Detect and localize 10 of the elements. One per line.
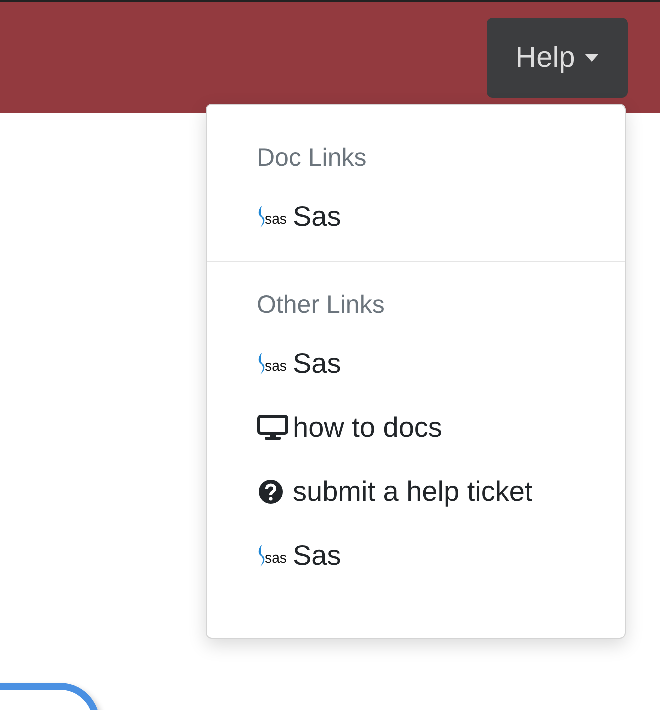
dropdown-header: Doc Links bbox=[256, 143, 368, 174]
monitor-icon bbox=[257, 415, 289, 441]
menu-item[interactable]: sas Sas bbox=[207, 185, 625, 249]
help-button[interactable]: Help bbox=[487, 18, 628, 98]
menu-item[interactable]: how to docs bbox=[207, 396, 625, 460]
menu-item[interactable]: submit a help ticket bbox=[207, 460, 625, 524]
menu-item[interactable]: sas Sas bbox=[207, 332, 625, 396]
menu-item[interactable]: sas Sas bbox=[207, 524, 625, 588]
dropdown-header: Other Links bbox=[256, 290, 386, 321]
caret-icon bbox=[585, 54, 600, 62]
